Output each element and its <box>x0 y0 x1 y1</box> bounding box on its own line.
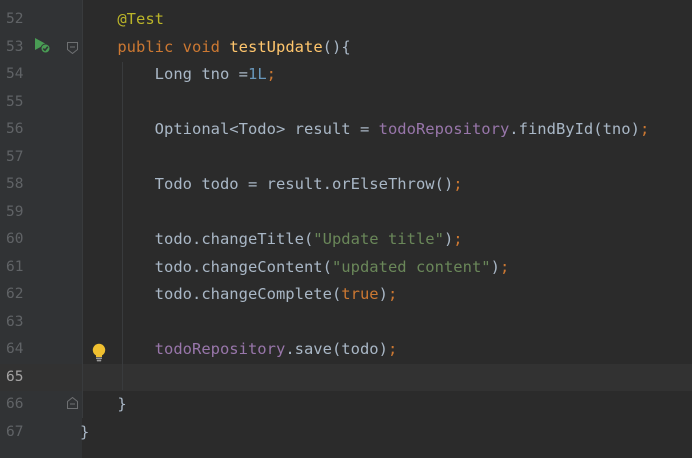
code-line[interactable]: 57 <box>0 144 692 172</box>
line-number: 54 <box>6 66 24 82</box>
line-number: 59 <box>6 203 24 220</box>
code-text: todo.changeTitle("Update title"); <box>80 226 463 254</box>
fold-close-icon[interactable] <box>67 397 78 409</box>
code-line[interactable]: 61 todo.changeContent("updated content")… <box>0 254 692 282</box>
code-line[interactable]: 66 } <box>0 391 692 419</box>
code-text: Long tno =1L; <box>80 61 276 89</box>
code-text: Optional<Todo> result = todoRepository.f… <box>80 116 650 144</box>
code-token: public <box>117 37 174 56</box>
code-token: ; <box>387 340 398 358</box>
code-token: todoRepository <box>378 120 510 138</box>
code-line[interactable]: 54 Long tno =1L; <box>0 61 692 89</box>
line-number: 61 <box>6 258 24 275</box>
code-token: todo.changeTitle( <box>80 230 314 248</box>
line-number: 53 <box>6 38 24 55</box>
code-line[interactable]: 65 <box>0 363 692 391</box>
lightbulb-icon[interactable] <box>91 343 107 363</box>
code-token: void <box>182 37 220 56</box>
code-text: } <box>80 419 89 447</box>
code-line[interactable] <box>0 446 692 458</box>
code-line[interactable]: 67} <box>0 419 692 447</box>
line-number: 57 <box>6 148 24 165</box>
indent-guide-method <box>122 62 123 390</box>
code-editor[interactable]: 52 @Test 53 public void testUpdate(){54 L… <box>0 0 692 458</box>
code-text: Todo todo = result.orElseThrow(); <box>80 171 463 199</box>
code-token: .save(todo) <box>285 340 388 358</box>
code-line[interactable]: 52 @Test <box>0 6 692 34</box>
line-number: 62 <box>6 286 24 302</box>
code-token: ; <box>266 65 276 83</box>
code-token: todo.changeContent( <box>80 257 332 276</box>
code-line[interactable]: 59 <box>0 199 692 227</box>
code-token: ; <box>639 120 650 138</box>
code-token: ) <box>490 257 500 276</box>
code-text: } <box>80 391 127 419</box>
code-line[interactable]: 63 <box>0 309 692 337</box>
code-token: Long tno = <box>80 65 248 83</box>
code-line[interactable]: 55 <box>0 89 692 117</box>
code-token: ; <box>453 230 463 248</box>
code-token: @Test <box>117 10 164 28</box>
code-token: Todo todo = result.orElseThrow() <box>80 175 454 193</box>
code-line[interactable]: 62 todo.changeComplete(true); <box>0 281 692 309</box>
line-number: 67 <box>6 423 24 440</box>
code-token: ) <box>443 230 454 248</box>
code-text: public void testUpdate(){ <box>80 34 351 62</box>
code-token: "Update title" <box>313 230 444 248</box>
line-number: 65 <box>6 368 24 385</box>
line-number: 56 <box>6 121 24 137</box>
run-test-icon[interactable] <box>33 36 51 54</box>
code-text: @Test <box>80 6 164 34</box>
line-number: 58 <box>6 176 24 192</box>
code-token: todo.changeComplete( <box>80 285 342 303</box>
code-token: 1L <box>247 65 267 83</box>
code-line[interactable]: 53 public void testUpdate(){ <box>0 34 692 62</box>
line-number: 64 <box>6 341 24 357</box>
code-text: todo.changeContent("updated content"); <box>80 254 510 282</box>
fold-open-icon[interactable] <box>67 42 78 54</box>
code-line[interactable]: 56 Optional<Todo> result = todoRepositor… <box>0 116 692 144</box>
code-token: ) <box>378 285 388 303</box>
line-number: 63 <box>6 313 24 330</box>
code-token: .findById(tno) <box>509 120 640 138</box>
line-number: 60 <box>6 231 24 247</box>
line-number: 52 <box>6 11 24 27</box>
code-token: } <box>80 422 90 441</box>
code-text: todoRepository.save(todo); <box>80 336 398 364</box>
code-line[interactable]: 58 Todo todo = result.orElseThrow(); <box>0 171 692 199</box>
indent-guide-class <box>82 0 83 418</box>
code-token: ; <box>387 285 398 303</box>
code-token: ; <box>499 257 510 276</box>
code-token: "updated content" <box>331 257 491 276</box>
code-token: todoRepository <box>154 340 286 358</box>
code-token: testUpdate <box>229 37 323 56</box>
code-token: (){ <box>322 37 351 56</box>
code-token: ; <box>453 175 463 193</box>
code-text: todo.changeComplete(true); <box>80 281 398 309</box>
code-token: } <box>80 395 127 413</box>
line-number: 66 <box>6 396 24 412</box>
code-line[interactable]: 60 todo.changeTitle("Update title"); <box>0 226 692 254</box>
code-token: true <box>341 285 379 303</box>
code-token: Optional<Todo> result = <box>80 120 379 138</box>
line-number: 55 <box>6 93 24 110</box>
